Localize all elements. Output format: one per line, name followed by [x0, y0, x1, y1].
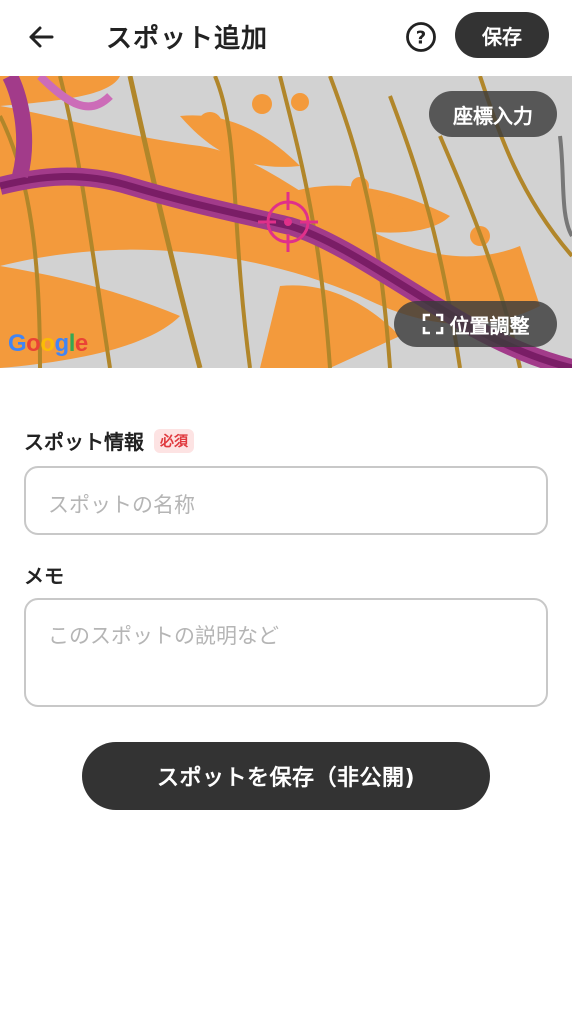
- help-button[interactable]: ?: [404, 20, 438, 54]
- memo-label: メモ: [24, 564, 64, 588]
- google-attribution-logo: Google: [8, 330, 88, 357]
- map-view[interactable]: 座標入力 位置調整 Google: [0, 76, 572, 368]
- back-button[interactable]: [20, 16, 62, 58]
- svg-text:?: ?: [416, 28, 426, 49]
- memo-label-row: メモ: [24, 560, 64, 589]
- expand-frame-icon: [422, 313, 443, 335]
- page-title: スポット追加: [106, 24, 269, 54]
- crosshair-icon: [258, 192, 318, 252]
- position-adjust-label: 位置調整: [449, 313, 530, 338]
- required-badge: 必須: [154, 428, 194, 453]
- position-adjust-button[interactable]: 位置調整: [394, 301, 557, 347]
- memo-placeholder: このスポットの説明など: [48, 624, 279, 648]
- header-save-button[interactable]: 保存: [455, 12, 549, 58]
- save-spot-private-button[interactable]: スポットを保存（非公開): [82, 742, 490, 810]
- spot-name-input[interactable]: スポットの名称: [24, 466, 548, 535]
- spot-info-label-row: スポット情報 必須: [24, 426, 194, 455]
- coordinate-input-button[interactable]: 座標入力: [429, 91, 557, 137]
- memo-textarea[interactable]: このスポットの説明など: [24, 598, 548, 707]
- spot-info-label: スポット情報: [24, 430, 144, 454]
- spot-name-placeholder: スポットの名称: [48, 493, 195, 517]
- app-header: スポット追加 ? 保存: [0, 0, 572, 76]
- back-arrow-icon: [29, 26, 54, 48]
- help-circle-icon: ?: [406, 22, 436, 52]
